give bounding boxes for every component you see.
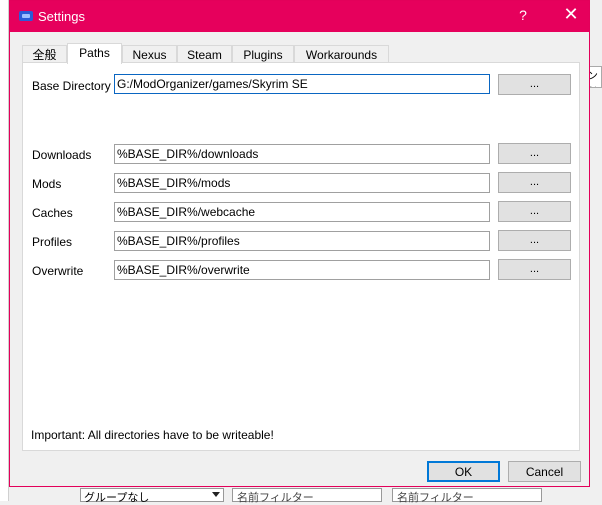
cancel-button[interactable]: Cancel <box>508 461 581 482</box>
tab-paths[interactable]: Paths <box>67 43 122 64</box>
base-directory-label: Base Directory <box>32 79 111 93</box>
profiles-input[interactable] <box>114 231 490 251</box>
downloads-browse-button[interactable]: ... <box>498 143 571 164</box>
mods-input[interactable] <box>114 173 490 193</box>
chevron-down-icon <box>212 492 220 497</box>
tab-steam[interactable]: Steam <box>177 45 232 63</box>
background-name-filter-2[interactable]: 名前フィルター <box>392 488 542 504</box>
profiles-browse-button[interactable]: ... <box>498 230 571 251</box>
background-group-combo-text: グループなし <box>84 492 150 504</box>
tab-plugins[interactable]: Plugins <box>232 45 294 63</box>
background-group-combo[interactable]: グループなし <box>80 488 224 504</box>
title-bar[interactable]: Settings ? ✕ <box>10 1 589 32</box>
dialog-title: Settings <box>38 9 85 24</box>
caches-label: Caches <box>32 206 73 220</box>
tab-general[interactable]: 全般 <box>22 45 67 63</box>
help-icon[interactable]: ? <box>513 7 533 23</box>
base-directory-input[interactable] <box>114 74 490 94</box>
settings-dialog: Settings ? ✕ 全般 Paths Nexus Steam Plugin… <box>9 0 590 487</box>
writeable-note: Important: All directories have to be wr… <box>31 428 274 442</box>
overwrite-input[interactable] <box>114 260 490 280</box>
tab-nexus[interactable]: Nexus <box>122 45 177 63</box>
close-icon[interactable]: ✕ <box>560 4 582 25</box>
overwrite-browse-button[interactable]: ... <box>498 259 571 280</box>
downloads-input[interactable] <box>114 144 490 164</box>
paths-panel: Base Directory ... Downloads ... Mods ..… <box>22 62 580 451</box>
overwrite-label: Overwrite <box>32 264 84 278</box>
downloads-label: Downloads <box>32 148 92 162</box>
background-window-edge <box>0 0 9 501</box>
caches-browse-button[interactable]: ... <box>498 201 571 222</box>
base-directory-browse-button[interactable]: ... <box>498 74 571 95</box>
caches-input[interactable] <box>114 202 490 222</box>
app-icon <box>19 11 33 21</box>
tab-workarounds[interactable]: Workarounds <box>294 45 389 63</box>
profiles-label: Profiles <box>32 235 73 249</box>
background-name-filter[interactable]: 名前フィルター <box>232 488 382 504</box>
ok-button[interactable]: OK <box>427 461 500 482</box>
mods-browse-button[interactable]: ... <box>498 172 571 193</box>
mods-label: Mods <box>32 177 62 191</box>
